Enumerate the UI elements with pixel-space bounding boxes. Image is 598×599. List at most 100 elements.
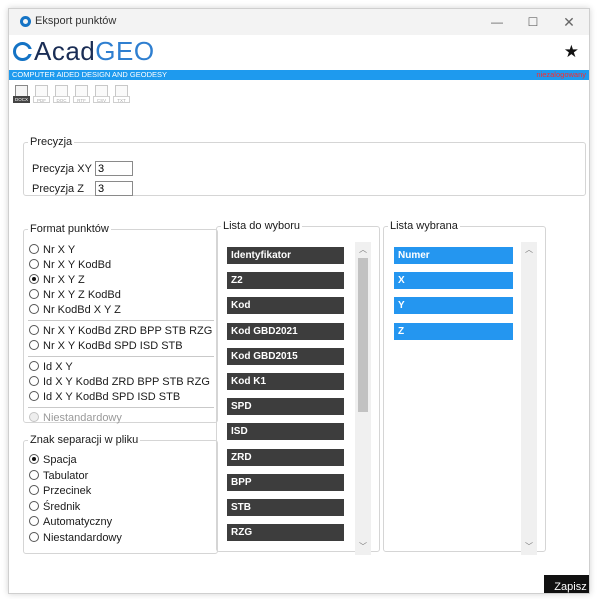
separator-legend: Znak separacji w pliku (30, 434, 139, 446)
precision-z-row: Precyzja Z (32, 181, 133, 196)
rtf-file-icon[interactable]: RTF (73, 85, 90, 107)
docx-file-icon[interactable]: DOCX (13, 85, 30, 107)
file-type-label: PDF (33, 96, 50, 103)
available-list-item[interactable]: Kod GBD2015 (227, 347, 344, 365)
format-option-label: Nr X Y Z (43, 274, 85, 286)
separator-option[interactable]: Przecinek (29, 484, 91, 498)
separator-option-label: Niestandardowy (43, 531, 122, 544)
separator-option-label: Średnik (43, 500, 81, 513)
format-option[interactable]: Nr X Y KodBd SPD ISD STB (29, 339, 183, 353)
available-list-item[interactable]: STB (227, 499, 344, 516)
radio-button[interactable] (29, 485, 39, 495)
selected-list-item[interactable]: X (394, 272, 513, 290)
file-type-label: RTF (73, 96, 90, 103)
star-icon[interactable]: ★ (564, 42, 579, 62)
precision-xy-input[interactable] (95, 161, 133, 176)
format-option[interactable]: Nr X Y Z (29, 273, 85, 287)
radio-button[interactable] (29, 244, 39, 254)
radio-button[interactable] (29, 289, 39, 299)
file-type-label: CSV (93, 96, 110, 103)
scroll-up-icon[interactable]: ︿ (355, 244, 371, 256)
radio-button[interactable] (29, 259, 39, 269)
save-button[interactable]: Zapisz (544, 575, 589, 593)
precision-z-input[interactable] (95, 181, 133, 196)
separator-option[interactable]: Niestandardowy (29, 531, 122, 545)
format-option: Niestandardowy (29, 411, 122, 425)
radio-button[interactable] (29, 376, 39, 386)
precision-legend: Precyzja (30, 136, 73, 148)
scroll-down-icon[interactable]: ﹀ (355, 541, 371, 553)
available-list-item[interactable]: Kod GBD2021 (227, 322, 344, 340)
radio-button[interactable] (29, 454, 39, 464)
available-list-scrollbar[interactable]: ︿ ﹀ (355, 242, 371, 555)
available-list-item[interactable]: ISD (227, 423, 344, 441)
format-option[interactable]: Nr X Y Z KodBd (29, 288, 121, 302)
radio-button[interactable] (29, 304, 39, 314)
separator-option[interactable]: Spacja (29, 453, 77, 467)
radio-button[interactable] (29, 325, 39, 335)
separator-option-label: Automatyczny (43, 516, 113, 528)
minimize-button[interactable]: — (479, 9, 515, 35)
maximize-button[interactable]: ☐ (515, 9, 551, 35)
radio-button[interactable] (29, 340, 39, 350)
option-divider (28, 407, 214, 408)
option-divider (28, 356, 214, 357)
logo-geo-text: GEO (95, 36, 155, 66)
available-list-item[interactable]: Kod K1 (227, 373, 344, 390)
scroll-down-icon[interactable]: ﹀ (521, 541, 537, 553)
format-option[interactable]: Nr X Y KodBd ZRD BPP STB RZG (29, 324, 212, 338)
radio-button[interactable] (29, 516, 39, 526)
format-option-label: Nr X Y KodBd ZRD BPP STB RZG (43, 325, 213, 337)
available-list-item[interactable]: SPD (227, 398, 344, 416)
selected-list-item[interactable]: Y (394, 297, 513, 315)
selected-list-item[interactable]: Numer (394, 247, 513, 264)
radio-button[interactable] (29, 500, 39, 511)
close-button[interactable]: ✕ (551, 9, 587, 35)
available-list-item[interactable]: Z2 (227, 272, 344, 290)
format-option[interactable]: Id X Y KodBd SPD ISD STB (29, 390, 180, 404)
format-option[interactable]: Nr KodBd X Y Z (29, 303, 121, 317)
available-list-item[interactable]: Identyfikator (227, 247, 344, 264)
csv-file-icon[interactable]: CSV (93, 85, 110, 107)
selected-list-scrollbar[interactable]: ︿ ﹀ (521, 242, 537, 555)
pdf-file-icon[interactable]: PDF (33, 85, 50, 107)
selected-list-group: Lista wybrana ︿ ﹀ Numer X Y Z (383, 220, 546, 555)
format-option-label: Niestandardowy (43, 412, 122, 424)
format-option[interactable]: Nr X Y (29, 243, 75, 257)
doc-file-icon[interactable]: DOC (53, 85, 70, 107)
separator-option-label: Tabulator (43, 469, 89, 482)
available-list-item[interactable]: Kod (227, 297, 344, 315)
format-option[interactable]: Nr X Y KodBd (29, 258, 111, 272)
radio-button[interactable] (29, 361, 39, 371)
separator-option[interactable]: Średnik (29, 500, 80, 514)
radio-button[interactable] (29, 274, 39, 284)
format-option[interactable]: Id X Y (29, 360, 73, 374)
available-list-item[interactable]: BPP (227, 473, 344, 491)
txt-file-icon[interactable]: TXT (113, 85, 130, 107)
app-logo-icon (20, 16, 31, 27)
option-divider (28, 320, 214, 321)
separator-option[interactable]: Tabulator (29, 469, 88, 483)
format-option-label: Id X Y (43, 361, 73, 373)
precision-group: Precyzja Precyzja XY Precyzja Z (23, 136, 586, 196)
radio-button[interactable] (29, 391, 39, 401)
separator-group: Znak separacji w pliku Spacja Tabulator Pr… (23, 434, 218, 554)
format-option[interactable]: Id X Y KodBd ZRD BPP STB RZG (29, 375, 210, 389)
precision-xy-row: Precyzja XY (32, 161, 133, 176)
selected-list-item[interactable]: Z (394, 322, 513, 340)
available-list-item[interactable]: ZRD (227, 448, 344, 466)
selected-list-legend: Lista wybrana (390, 220, 458, 232)
format-option-label: Nr X Y Z KodBd (43, 289, 121, 301)
separator-option[interactable]: Automatyczny (29, 515, 112, 529)
available-list-item[interactable]: RZG (227, 524, 344, 542)
format-option-label: Nr X Y KodBd SPD ISD STB (43, 340, 183, 352)
scroll-up-icon[interactable]: ︿ (521, 244, 537, 256)
available-list-group: Lista do wyboru ︿ ﹀ Identyfikator Z2 Kod Ko… (216, 220, 380, 555)
login-status[interactable]: niezalogowany (536, 70, 586, 80)
radio-button[interactable] (29, 531, 39, 542)
point-format-legend: Format punktów (30, 223, 109, 235)
radio-button[interactable] (29, 469, 39, 480)
format-option-label: Nr X Y KodBd (43, 259, 112, 271)
scroll-thumb[interactable] (358, 258, 368, 412)
precision-xy-label: Precyzja XY (32, 163, 92, 175)
